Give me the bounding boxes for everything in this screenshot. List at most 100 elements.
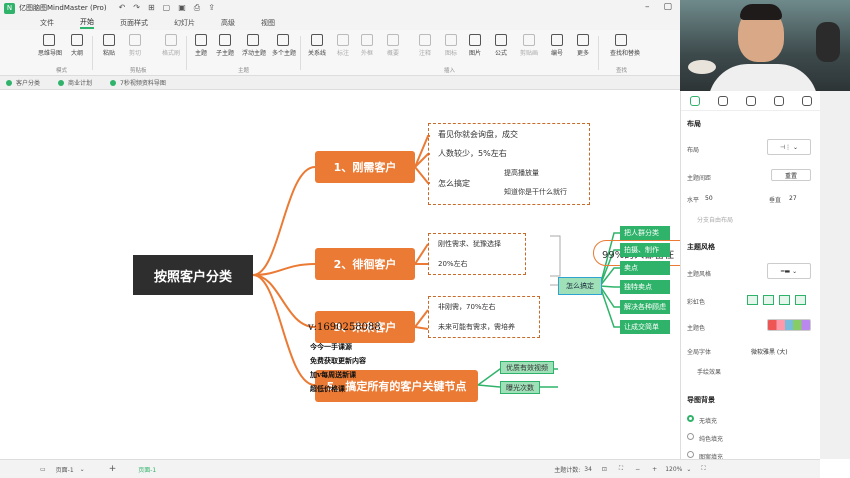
root-topic[interactable]: 按照客户分类 bbox=[133, 255, 253, 295]
icon-button[interactable]: 图标 bbox=[440, 34, 462, 57]
mindmap-canvas[interactable]: 按照客户分类 1、刚需客户 2、徘徊客户 3、未来客户 5、搞定所有的客户关键节… bbox=[30, 91, 680, 459]
leaf-topic[interactable]: 曝光次数 bbox=[500, 381, 540, 394]
menu-page-style[interactable]: 页面样式 bbox=[120, 18, 148, 28]
menu-advanced[interactable]: 高级 bbox=[221, 18, 235, 28]
menu-file[interactable]: 文件 bbox=[40, 18, 54, 28]
doc-tab[interactable]: 7秒视频资料导图 bbox=[110, 78, 166, 87]
leaf-topic[interactable]: 优质有效视频 bbox=[500, 361, 554, 374]
menu-view[interactable]: 视图 bbox=[261, 18, 275, 28]
theme-icon[interactable] bbox=[774, 95, 784, 106]
leaf-topic[interactable]: 看见你就会询盘，成交 bbox=[438, 129, 518, 140]
page-layout-icon[interactable]: ▭ bbox=[40, 466, 46, 473]
rainbow-option[interactable] bbox=[779, 295, 790, 305]
branch-1-topic[interactable]: 1、刚需客户 bbox=[315, 151, 415, 183]
window-controls: – ▢ bbox=[645, 2, 672, 12]
paste-button[interactable]: 粘贴 bbox=[98, 34, 120, 57]
how-item[interactable]: 让成交简单 bbox=[620, 320, 670, 334]
zoom-out-icon[interactable]: − bbox=[635, 466, 640, 473]
topic-button[interactable]: 主题 bbox=[190, 34, 212, 57]
layout-select[interactable]: ⊣⋮ ⌄ bbox=[767, 139, 811, 155]
find-replace-button[interactable]: 查找和替换 bbox=[610, 34, 640, 57]
more-button[interactable]: 更多 bbox=[572, 34, 594, 57]
global-font-select[interactable]: 微软雅黑 (大) bbox=[751, 347, 788, 356]
how-item[interactable]: 独特卖点 bbox=[620, 280, 670, 294]
open-icon[interactable]: ▢ bbox=[163, 3, 171, 13]
summary-button[interactable]: 概要 bbox=[382, 34, 404, 57]
watermark-line: 今今一手课源 bbox=[310, 342, 352, 351]
free-layout-checkbox[interactable]: 分支自由布局 bbox=[697, 215, 733, 224]
callout-button[interactable]: 标注 bbox=[332, 34, 354, 57]
add-page-icon[interactable]: + bbox=[109, 464, 117, 474]
style-select[interactable]: ━▬ ⌄ bbox=[767, 263, 811, 279]
horizontal-value[interactable]: 50 bbox=[705, 195, 713, 202]
leaf-topic[interactable]: 知道你是干什么就行 bbox=[504, 187, 567, 197]
reset-button[interactable]: 重置 bbox=[771, 169, 811, 181]
bg-radio[interactable] bbox=[687, 451, 694, 458]
branch-2-topic[interactable]: 2、徘徊客户 bbox=[315, 248, 415, 280]
chevron-down-icon[interactable]: ⌄ bbox=[80, 466, 85, 473]
print-icon[interactable]: ⎙ bbox=[194, 3, 200, 13]
location-icon[interactable] bbox=[746, 95, 756, 106]
fullscreen-icon[interactable]: ⛶ bbox=[701, 465, 705, 473]
hand-drawn-checkbox[interactable]: 手绘效果 bbox=[697, 367, 721, 376]
menu-home[interactable]: 开始 bbox=[80, 17, 94, 29]
topic-count-value: 34 bbox=[584, 465, 592, 473]
zoom-in-icon[interactable]: + bbox=[652, 466, 657, 473]
save-icon[interactable]: ▣ bbox=[178, 3, 186, 13]
redo-icon[interactable]: ↷ bbox=[133, 3, 140, 13]
page-format-icon[interactable] bbox=[690, 95, 700, 106]
outline-icon bbox=[71, 34, 83, 46]
style-icon[interactable] bbox=[718, 95, 728, 106]
leaf-topic[interactable]: 刚性需求、犹豫选择 bbox=[438, 239, 501, 249]
new-icon[interactable]: ⊞ bbox=[148, 3, 155, 13]
leaf-topic[interactable]: 非刚需，70%左右 bbox=[438, 302, 496, 312]
bg-radio[interactable] bbox=[687, 415, 694, 422]
maximize-icon[interactable]: ▢ bbox=[663, 2, 672, 12]
cut-button[interactable]: 剪切 bbox=[124, 34, 146, 57]
note-button[interactable]: 注释 bbox=[414, 34, 436, 57]
history-icon[interactable] bbox=[802, 95, 812, 106]
rainbow-option[interactable] bbox=[747, 295, 758, 305]
how-item[interactable]: 解决各种顾虑 bbox=[620, 300, 670, 314]
undo-icon[interactable]: ↶ bbox=[119, 3, 126, 13]
menu-slides[interactable]: 幻灯片 bbox=[174, 18, 195, 28]
bg-radio[interactable] bbox=[687, 433, 694, 440]
leaf-topic[interactable]: 20%左右 bbox=[438, 259, 468, 269]
how-item[interactable]: 把人群分类 bbox=[620, 226, 670, 240]
floating-topic-button[interactable]: 浮动主题 bbox=[242, 34, 266, 57]
page-tab-dropdown[interactable]: 页面-1 bbox=[56, 465, 74, 474]
format-painter-button[interactable]: 格式刷 bbox=[160, 34, 182, 57]
how-to-topic[interactable]: 怎么搞定 bbox=[558, 277, 602, 295]
chevron-down-icon[interactable]: ⌄ bbox=[686, 466, 691, 473]
formula-button[interactable]: 公式 bbox=[490, 34, 512, 57]
rainbow-option[interactable] bbox=[763, 295, 774, 305]
leaf-topic[interactable]: 未来可能有需求，需培养 bbox=[438, 322, 515, 332]
doc-tab[interactable]: 商业计划 bbox=[58, 78, 92, 87]
outline-mode-button[interactable]: 大纲 bbox=[66, 34, 88, 57]
vertical-value[interactable]: 27 bbox=[789, 195, 797, 202]
doc-tab[interactable]: 客户分类 bbox=[6, 78, 40, 87]
mindmap-mode-button[interactable]: 思维导图 bbox=[38, 34, 62, 57]
leaf-topic[interactable]: 提高播放量 bbox=[504, 168, 539, 178]
subtopic-button[interactable]: 子主题 bbox=[214, 34, 236, 57]
boundary-button[interactable]: 外框 bbox=[356, 34, 378, 57]
how-item[interactable]: 卖点 bbox=[620, 261, 670, 275]
rainbow-option[interactable] bbox=[795, 295, 806, 305]
how-item[interactable]: 拍摄、制作 bbox=[620, 243, 670, 257]
app-title: 亿图脑图MindMaster (Pro) bbox=[19, 4, 107, 12]
minimize-icon[interactable]: – bbox=[645, 2, 650, 12]
relationship-button[interactable]: 关系线 bbox=[306, 34, 328, 57]
leaf-topic[interactable]: 人数较少，5%左右 bbox=[438, 148, 507, 159]
zoom-level[interactable]: 120% bbox=[665, 466, 682, 473]
picture-button[interactable]: 图片 bbox=[464, 34, 486, 57]
page-tab-active[interactable]: 页面-1 bbox=[138, 465, 156, 474]
expand-icon[interactable]: ⛶ bbox=[619, 465, 623, 473]
export-icon[interactable]: ⇪ bbox=[208, 3, 215, 13]
multiple-topics-button[interactable]: 多个主题 bbox=[272, 34, 296, 57]
watermark-line: 超低价格课 bbox=[310, 384, 345, 393]
clipart-button[interactable]: 剪贴画 bbox=[518, 34, 540, 57]
theme-color-select[interactable] bbox=[767, 319, 811, 331]
fit-icon[interactable]: ⊡ bbox=[602, 466, 607, 473]
numbering-button[interactable]: 编号 bbox=[546, 34, 568, 57]
leaf-topic[interactable]: 怎么搞定 bbox=[438, 178, 470, 189]
